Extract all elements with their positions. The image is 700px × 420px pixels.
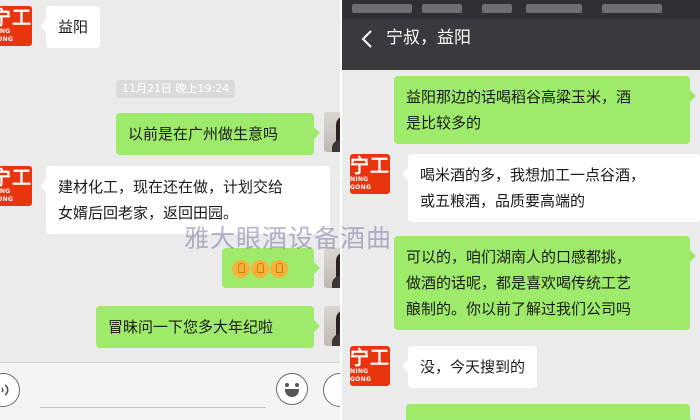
message-timestamp: 11月21日 晚上19:24 — [116, 80, 236, 98]
chat-input-bar — [0, 362, 340, 420]
timestamp-text: 11月21日 晚上19:24 — [122, 82, 230, 95]
message-bubble[interactable]: 可以的，咱们湖南人的口感都挑， 做酒的话呢，都是喜欢喝传统工艺 酿制的。你以前了… — [394, 236, 696, 330]
message-text-line: 建材化工，现在还在做，计划交给 — [58, 178, 284, 196]
message-bubble[interactable] — [406, 404, 696, 420]
contact-avatar[interactable]: 宁工 NING GONG — [0, 166, 32, 206]
status-bar — [342, 0, 700, 18]
plus-icon[interactable] — [323, 373, 340, 407]
thumbs-up-icon — [232, 255, 289, 281]
message-bubble[interactable]: 以前是在广州做生意吗 — [116, 113, 320, 155]
back-chevron-icon[interactable] — [356, 27, 380, 51]
message-text-line: 是比较多的 — [406, 114, 482, 132]
contact-avatar[interactable]: 宁工 NING GONG — [350, 346, 390, 386]
message-bubble[interactable]: 益阳 — [39, 6, 101, 48]
message-bubble[interactable]: 益阳那边的话喝稻谷高粱玉米，酒 是比较多的 — [394, 76, 696, 144]
message-text-line: 做酒的话呢，都是喜欢喝传统工艺 — [406, 274, 632, 292]
my-avatar[interactable] — [324, 248, 340, 288]
message-text-line: 益阳那边的话喝稻谷高粱玉米，酒 — [406, 88, 632, 106]
message-text-line: 或五粮酒，品质要高端的 — [420, 192, 586, 210]
message-text-line: 女婿后回老家，返回田园。 — [58, 204, 239, 222]
avatar-brand-cn: 宁工 — [350, 347, 391, 369]
right-chat-panel: 宁叔，益阳 益阳那边的话喝稻谷高粱玉米，酒 是比较多的 宁工 NING GONG… — [342, 0, 700, 420]
my-avatar[interactable] — [324, 112, 340, 152]
left-chat-panel: 宁工 NING GONG 益阳 11月21日 晚上19:24 以前是在广州做生意… — [0, 0, 340, 420]
contact-avatar[interactable]: 宁工 NING GONG — [350, 154, 390, 194]
avatar-brand-en: NING GONG — [0, 188, 14, 203]
message-text: 没，今天搜到的 — [420, 358, 526, 376]
avatar-brand-cn: 宁工 — [350, 155, 391, 177]
avatar-brand-cn: 宁工 — [0, 7, 33, 29]
message-text: 冒昧问一下您多大年纪啦 — [108, 318, 274, 336]
emoji-message-bubble[interactable] — [222, 248, 320, 288]
message-text-line: 喝米酒的多，我想加工一点谷酒， — [420, 166, 646, 184]
message-text-line: 可以的，咱们湖南人的口感都挑， — [406, 248, 632, 266]
watermark: 雅大眼酒设备酒曲 — [184, 224, 393, 253]
avatar-brand-en: NING GONG — [350, 176, 372, 191]
avatar-brand-cn: 宁工 — [0, 167, 33, 189]
avatar-brand-en: NING GONG — [350, 368, 372, 383]
message-bubble[interactable]: 喝米酒的多，我想加工一点谷酒， 或五粮酒，品质要高端的 — [402, 154, 700, 222]
avatar-brand-en: NING GONG — [0, 28, 14, 43]
message-input[interactable] — [40, 407, 266, 408]
message-text: 以前是在广州做生意吗 — [128, 125, 279, 143]
message-bubble[interactable]: 冒昧问一下您多大年纪啦 — [96, 306, 320, 348]
chat-header: 宁叔，益阳 — [342, 0, 700, 70]
message-text: 益阳 — [58, 18, 89, 36]
emoji-icon[interactable] — [276, 373, 308, 405]
chat-title: 宁叔，益阳 — [386, 28, 471, 48]
my-avatar[interactable] — [324, 306, 340, 346]
message-bubble[interactable]: 没，今天搜到的 — [401, 346, 538, 388]
voice-icon[interactable] — [0, 373, 20, 407]
contact-avatar[interactable]: 宁工 NING GONG — [0, 6, 32, 46]
message-text-line: 酿制的。你以前了解过我们公司吗 — [406, 300, 632, 318]
